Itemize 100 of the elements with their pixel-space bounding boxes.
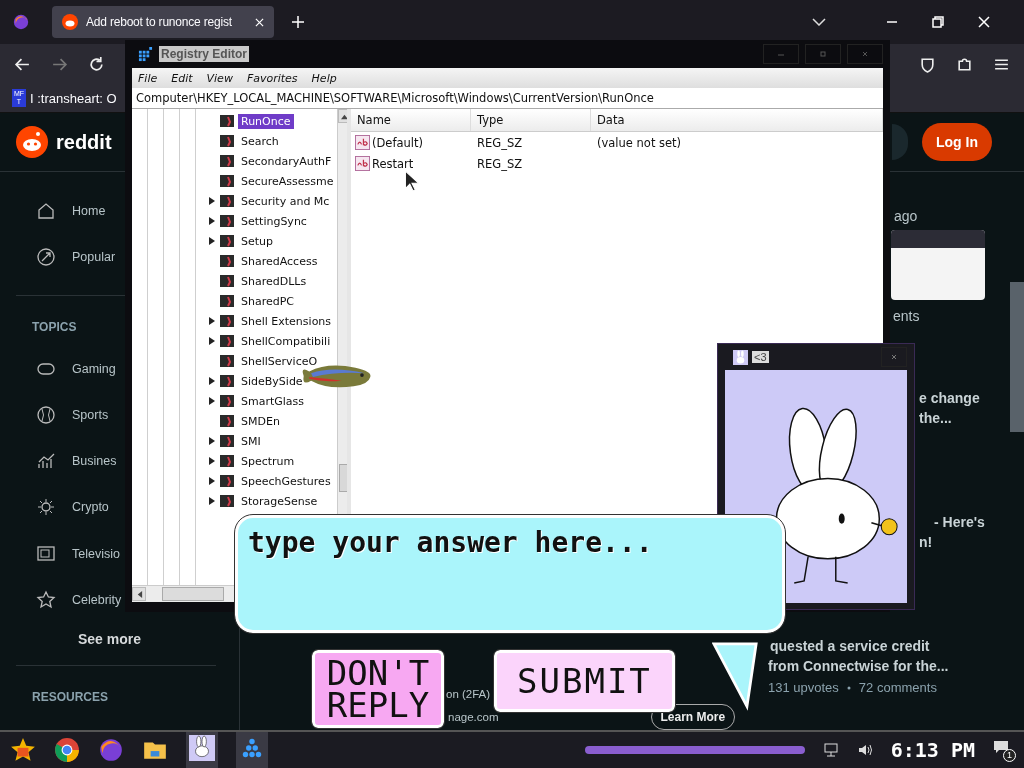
column-header[interactable]: Data xyxy=(591,109,883,131)
sidebar-item[interactable]: Televisio xyxy=(36,530,120,577)
post-text: - Here's xyxy=(933,514,986,530)
menu-item[interactable]: Edit xyxy=(171,71,193,85)
scroll-thumb[interactable] xyxy=(162,587,224,601)
tree-item[interactable]: SideBySide xyxy=(238,373,306,389)
sidebar-item[interactable]: Popular xyxy=(36,234,116,281)
post-text: from Connectwise for the... xyxy=(767,658,950,674)
tree-item[interactable]: SecondaryAuthF xyxy=(238,153,335,169)
tree-item[interactable]: ShellCompatibili xyxy=(238,333,334,349)
expand-arrow-icon[interactable] xyxy=(209,197,215,205)
see-more-link[interactable]: See more xyxy=(78,631,142,647)
value-name[interactable]: (Default) xyxy=(372,135,423,150)
folder-icon xyxy=(220,434,234,448)
sidebar-item[interactable]: Busines xyxy=(36,438,117,485)
tree-item[interactable]: SpeechGestures xyxy=(238,473,334,489)
tree-item[interactable]: SMI xyxy=(238,433,264,449)
window-title: Registry Editor xyxy=(159,46,249,62)
clock[interactable]: 6:13 PM xyxy=(890,738,975,762)
tree-item[interactable]: StorageSense xyxy=(238,493,321,509)
reload-icon[interactable] xyxy=(88,55,105,73)
tree-item[interactable]: Shell Extensions xyxy=(238,313,335,329)
tree-item[interactable]: SmartGlass xyxy=(238,393,308,409)
expand-arrow-icon[interactable] xyxy=(209,477,215,485)
column-header[interactable]: Type xyxy=(471,109,591,131)
menu-item[interactable]: Help xyxy=(311,71,337,85)
volume-icon[interactable] xyxy=(856,742,873,758)
close-icon[interactable] xyxy=(978,16,990,28)
puzzle-icon[interactable] xyxy=(956,55,973,73)
folder-icon xyxy=(220,194,234,208)
sidebar-item[interactable]: Home xyxy=(36,188,106,235)
close-icon[interactable] xyxy=(255,17,264,27)
bookmark-link[interactable]: I :transheart: O xyxy=(30,90,117,106)
scroll-thumb[interactable] xyxy=(338,464,347,492)
scroll-left-button[interactable] xyxy=(132,587,146,601)
tree-item[interactable]: Spectrum xyxy=(238,453,298,469)
expand-arrow-icon[interactable] xyxy=(209,237,215,245)
post-text: quested a service credit xyxy=(769,638,931,654)
alien-logo-icon[interactable] xyxy=(16,126,48,158)
tree-item[interactable]: RunOnce xyxy=(238,113,294,129)
browser-tab[interactable]: Add reboot to runonce regist xyxy=(52,6,274,38)
registry-icon xyxy=(138,46,153,62)
taskbar-app[interactable] xyxy=(186,732,218,768)
dont-reply-button[interactable]: DON'T REPLY xyxy=(312,650,444,728)
menu-item[interactable]: Favorites xyxy=(246,71,298,85)
folder-icon xyxy=(220,394,234,408)
chevron-icon[interactable] xyxy=(812,18,826,26)
menu-item[interactable]: View xyxy=(206,71,233,85)
folder-icon xyxy=(220,414,234,428)
tree-item[interactable]: SharedDLLs xyxy=(238,273,310,289)
sidebar-item[interactable]: Celebrity xyxy=(36,576,122,623)
browser-icon[interactable] xyxy=(98,737,124,763)
expand-arrow-icon[interactable] xyxy=(209,317,215,325)
sidebar-item[interactable]: Sports xyxy=(36,391,109,438)
fox-browser-icon[interactable] xyxy=(12,13,30,31)
post-text: ents xyxy=(892,308,921,324)
tv-icon xyxy=(36,543,56,564)
tree-item[interactable]: Security and Mc xyxy=(238,193,333,209)
tree-item[interactable]: SharedPC xyxy=(238,293,298,309)
column-header[interactable]: Name xyxy=(351,109,471,131)
sidebar-item[interactable]: Gaming xyxy=(36,345,116,392)
tree-item[interactable]: ShellServiceO xyxy=(238,353,321,369)
shield-icon[interactable] xyxy=(919,55,936,73)
answer-field[interactable]: type your answer here... xyxy=(235,515,785,633)
folder-icon xyxy=(220,234,234,248)
site-logo-text[interactable]: reddit xyxy=(56,130,112,154)
post-text: e change xyxy=(918,390,981,406)
tree-item[interactable]: Search xyxy=(238,133,282,149)
new-tab-icon[interactable] xyxy=(292,16,304,28)
expand-arrow-icon[interactable] xyxy=(209,217,215,225)
sidebar-item[interactable]: Crypto xyxy=(36,484,109,531)
expand-arrow-icon[interactable] xyxy=(209,457,215,465)
folder-icon xyxy=(220,334,234,348)
expand-arrow-icon[interactable] xyxy=(209,397,215,405)
scrollbar[interactable] xyxy=(1010,282,1024,432)
expand-arrow-icon[interactable] xyxy=(209,377,215,385)
notifications-button[interactable]: 1 xyxy=(993,738,1016,762)
expand-arrow-icon[interactable] xyxy=(209,497,215,505)
login-button[interactable]: Log In xyxy=(922,123,992,161)
value-name[interactable]: Restart xyxy=(372,156,414,171)
tree-item[interactable]: Setup xyxy=(238,233,277,249)
expand-arrow-icon[interactable] xyxy=(209,337,215,345)
sun-icon xyxy=(36,497,56,518)
network-icon[interactable] xyxy=(822,742,839,758)
tree-item[interactable]: SMDEn xyxy=(238,413,283,429)
browser-icon[interactable] xyxy=(54,737,80,763)
tree-item[interactable]: SharedAccess xyxy=(238,253,321,269)
start-icon[interactable] xyxy=(10,737,36,763)
answer-input[interactable]: type your answer here... xyxy=(248,526,772,559)
alien-logo-icon xyxy=(62,14,78,30)
post-thumbnail[interactable] xyxy=(891,230,985,300)
bunny-icon xyxy=(189,735,215,761)
expand-arrow-icon[interactable] xyxy=(209,437,215,445)
restore-icon[interactable] xyxy=(932,16,944,28)
separator-dot xyxy=(846,685,851,690)
submit-button[interactable]: SUBMIT xyxy=(494,650,675,712)
tree-item[interactable]: SettingSync xyxy=(238,213,310,229)
up-arrow-icon xyxy=(341,112,347,120)
tree-item[interactable]: SecureAssessme xyxy=(238,173,337,189)
menu-item[interactable]: File xyxy=(138,71,158,85)
